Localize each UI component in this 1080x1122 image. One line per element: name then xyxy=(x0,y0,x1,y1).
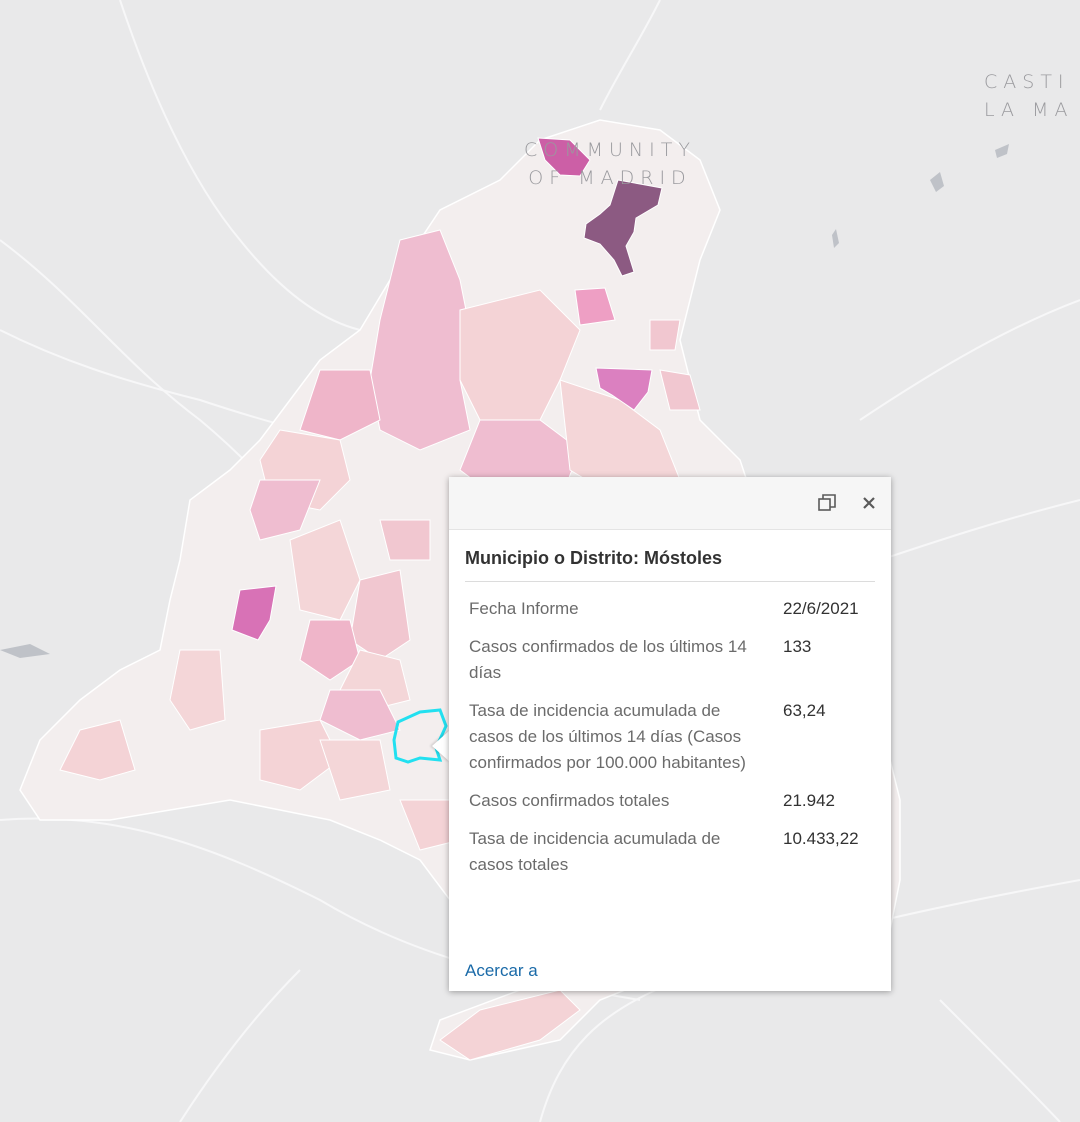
table-row: Casos confirmados de los últimos 14 días… xyxy=(465,632,875,696)
close-icon[interactable] xyxy=(857,491,881,515)
maximize-icon[interactable] xyxy=(815,491,839,515)
table-row: Casos confirmados totales 21.942 xyxy=(465,786,875,824)
region-label: COMMUNITY OF MADRID xyxy=(520,136,700,192)
zoom-to-link[interactable]: Acercar a xyxy=(465,961,538,981)
region-label-line-1: COMMUNITY xyxy=(524,139,696,161)
attribute-label: Casos confirmados de los últimos 14 días xyxy=(469,637,747,682)
attribute-label: Tasa de incidencia acumulada de casos to… xyxy=(469,829,721,874)
attribute-table: Fecha Informe 22/6/2021 Casos confirmado… xyxy=(465,594,875,888)
popup-pointer xyxy=(432,730,450,762)
neighbor-label-line-1: CASTI xyxy=(984,71,1070,93)
table-row: Fecha Informe 22/6/2021 xyxy=(465,594,875,632)
attribute-value: 133 xyxy=(783,637,812,656)
popup-header xyxy=(449,477,891,530)
popup-body: Municipio o Distrito: Móstoles Fecha Inf… xyxy=(449,530,891,888)
neighbor-label-line-2: LA MA xyxy=(984,99,1074,121)
attribute-label: Fecha Informe xyxy=(469,599,579,618)
attribute-label: Tasa de incidencia acumulada de casos de… xyxy=(469,701,746,772)
table-row: Tasa de incidencia acumulada de casos de… xyxy=(465,696,875,786)
attribute-value: 22/6/2021 xyxy=(783,599,859,618)
table-row: Tasa de incidencia acumulada de casos to… xyxy=(465,824,875,888)
attribute-value: 21.942 xyxy=(783,791,835,810)
attribute-label: Casos confirmados totales xyxy=(469,791,670,810)
region-label-line-2: OF MADRID xyxy=(528,167,692,189)
feature-popup: Municipio o Distrito: Móstoles Fecha Inf… xyxy=(449,477,891,991)
popup-title: Municipio o Distrito: Móstoles xyxy=(465,548,875,582)
neighbor-region-label: CASTI LA MA xyxy=(984,68,1080,124)
attribute-value: 63,24 xyxy=(783,701,826,720)
attribute-value: 10.433,22 xyxy=(783,829,859,848)
